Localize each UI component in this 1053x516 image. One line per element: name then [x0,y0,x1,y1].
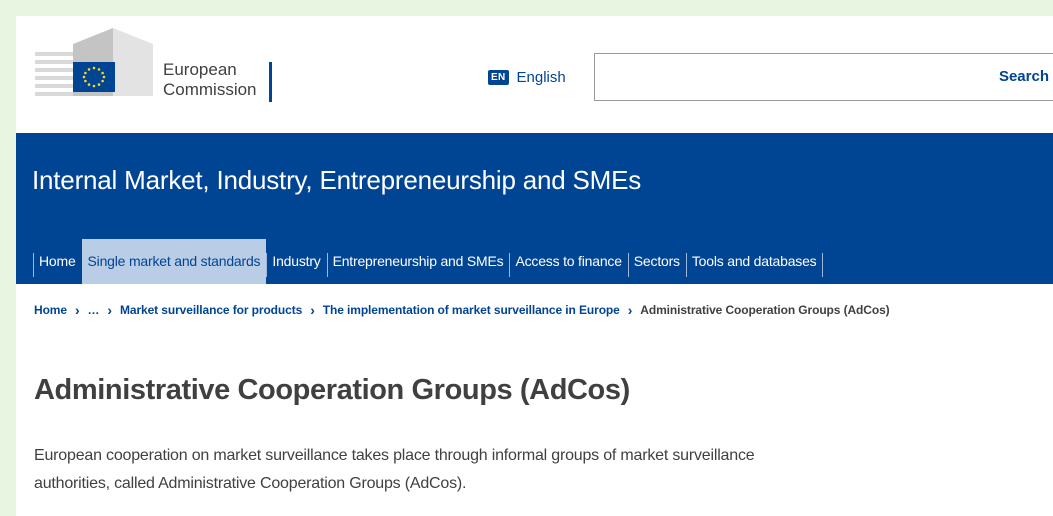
page-title: Administrative Cooperation Groups (AdCos… [34,374,630,406]
search-input[interactable] [596,55,976,99]
breadcrumb: Home › … › Market surveillance for produ… [34,302,890,318]
breadcrumb-link-home[interactable]: Home [34,303,67,317]
chevron-right-icon: › [627,302,633,318]
nav-item-single-market-and-standards[interactable]: Single market and standards [81,239,267,284]
language-selector[interactable]: EN English [488,69,566,86]
chevron-right-icon: › [74,302,80,318]
breadcrumb-ellipsis[interactable]: … [88,303,100,317]
nav-item-tools-and-databases[interactable]: Tools and databases [685,239,823,284]
chevron-right-icon: › [107,302,112,318]
site-title[interactable]: Internal Market, Industry, Entrepreneurs… [32,165,641,196]
nav-item-entrepreneurship-and-smes[interactable]: Entrepreneurship and SMEs [326,239,510,284]
breadcrumb-current: Administrative Cooperation Groups (AdCos… [640,303,890,317]
search-button[interactable]: Search [986,54,1053,100]
nav-item-industry[interactable]: Industry [266,239,326,284]
logo-text-line2: Commission [163,80,257,99]
main-navigation: Home Single market and standards Industr… [33,239,823,284]
breadcrumb-link-market-surveillance[interactable]: Market surveillance for products [120,303,302,317]
nav-item-home[interactable]: Home [33,239,82,284]
language-code-badge: EN [488,70,509,85]
search-form: Search [594,53,1053,101]
site-banner: Internal Market, Industry, Entrepreneurs… [16,133,1053,284]
eu-flag-icon [73,62,115,92]
nav-item-sectors[interactable]: Sectors [627,239,686,284]
logo-divider [269,62,272,102]
european-commission-logo[interactable]: European Commission [33,24,273,104]
language-label: English [516,69,566,86]
chevron-right-icon: › [310,302,315,318]
intro-paragraph: European cooperation on market surveilla… [34,447,755,492]
site-header: European Commission EN English Search [16,16,1053,133]
nav-item-access-to-finance[interactable]: Access to finance [509,239,627,284]
breadcrumb-link-implementation[interactable]: The implementation of market surveillanc… [323,303,620,317]
logo-text-line1: European [163,60,237,79]
page: European Commission EN English Search In… [16,16,1053,516]
